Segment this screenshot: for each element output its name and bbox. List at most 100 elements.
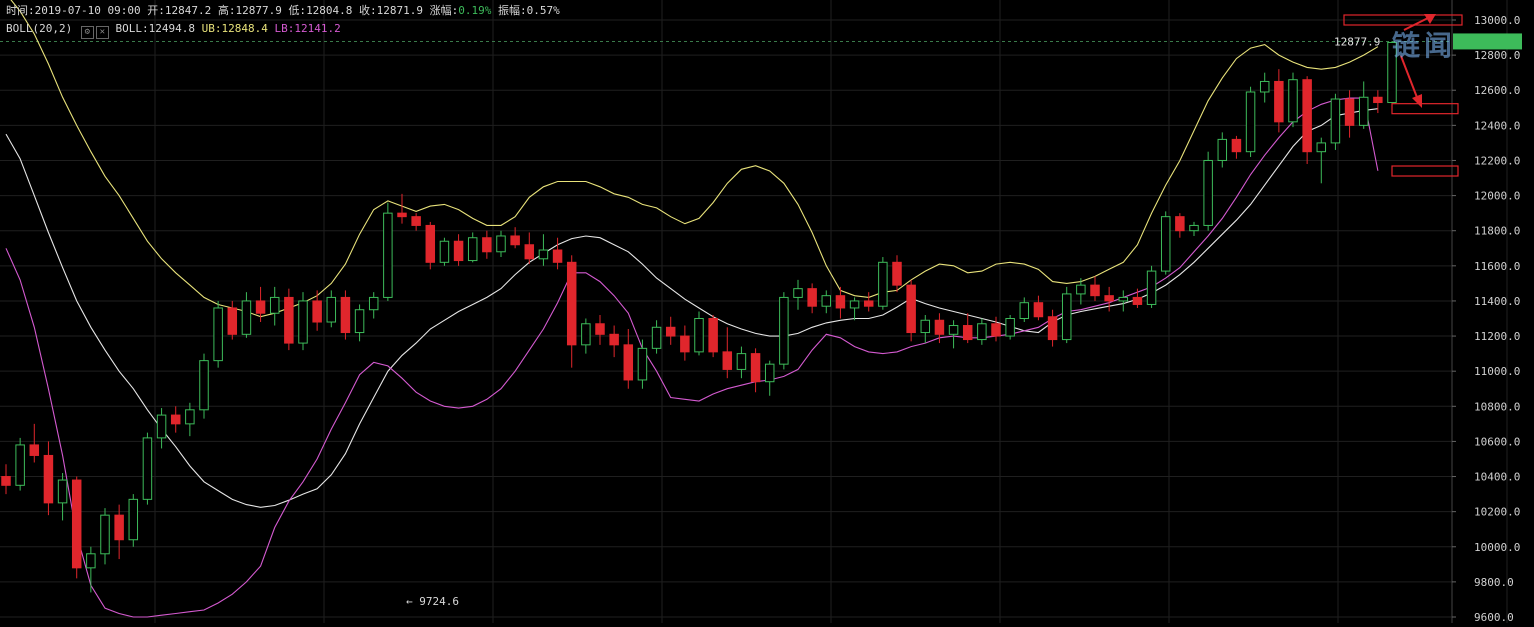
amplitude-label: 振幅: bbox=[498, 4, 527, 17]
candles bbox=[1, 41, 1397, 593]
candle-down bbox=[1090, 284, 1100, 297]
high-label: 高: bbox=[217, 4, 236, 17]
middle-band-line bbox=[5, 108, 1378, 508]
candle-up bbox=[849, 300, 860, 309]
candle-down bbox=[312, 300, 322, 323]
candle-down bbox=[1274, 80, 1284, 123]
candle-down bbox=[340, 296, 351, 334]
annotation-box bbox=[1391, 103, 1459, 115]
candle-down bbox=[1344, 98, 1355, 126]
candle-down bbox=[1302, 79, 1312, 153]
y-tick-label: 9600.0 bbox=[1474, 611, 1514, 623]
candle-up bbox=[637, 347, 648, 381]
candle-up bbox=[920, 319, 931, 334]
close-icon[interactable]: ✕ bbox=[95, 26, 109, 39]
candle-down bbox=[680, 335, 690, 353]
y-tick-label: 13000.0 bbox=[1474, 14, 1520, 27]
change-value: 0.19% bbox=[458, 4, 492, 17]
last-price-tag bbox=[1453, 33, 1522, 50]
candle-down bbox=[750, 353, 761, 383]
candle-up bbox=[1061, 293, 1072, 341]
candle-down bbox=[71, 479, 82, 569]
candle-down bbox=[1104, 295, 1114, 302]
change-label: 涨幅: bbox=[429, 4, 459, 17]
candle-up bbox=[651, 326, 662, 349]
lower-band-line bbox=[5, 97, 1379, 618]
candle-down bbox=[835, 295, 846, 309]
y-tick-label: 11400.0 bbox=[1474, 295, 1520, 308]
candle-up bbox=[467, 237, 478, 262]
candle-up bbox=[779, 296, 789, 365]
candle-down bbox=[892, 261, 902, 286]
y-tick-label: 10400.0 bbox=[1474, 471, 1520, 484]
candle-up bbox=[100, 514, 110, 555]
lb-label: LB: bbox=[274, 22, 295, 35]
close-label: 收: bbox=[359, 4, 377, 17]
candle-down bbox=[991, 323, 1001, 337]
candle-up bbox=[1330, 98, 1341, 144]
candle-up bbox=[1189, 224, 1199, 232]
candle-up bbox=[1146, 270, 1157, 305]
candle-down bbox=[1033, 302, 1044, 318]
low-label: 低: bbox=[288, 4, 307, 17]
candle-down bbox=[1231, 138, 1242, 153]
candle-up bbox=[142, 437, 153, 500]
candle-down bbox=[524, 244, 535, 260]
indicator-name[interactable]: BOLL(20,2) bbox=[6, 22, 72, 35]
candle-up bbox=[86, 553, 96, 569]
y-tick-label: 10200.0 bbox=[1474, 506, 1520, 519]
ohlc-readout: 时间:2019-07-10 09:00 开:12847.2 高:12877.9 … bbox=[6, 4, 560, 18]
candle-up bbox=[821, 295, 832, 307]
candle-down bbox=[609, 333, 619, 346]
candle-up bbox=[326, 296, 337, 323]
y-tick-label: 10600.0 bbox=[1474, 435, 1520, 448]
candle-down bbox=[566, 261, 577, 346]
y-tick-label: 12600.0 bbox=[1474, 84, 1520, 97]
candle-up bbox=[57, 479, 68, 504]
candle-down bbox=[1373, 96, 1383, 104]
candle-down bbox=[397, 212, 407, 218]
candle-up bbox=[878, 261, 888, 307]
candle-down bbox=[962, 325, 973, 341]
candle-up bbox=[213, 307, 223, 362]
candle-down bbox=[170, 414, 181, 425]
chart-area[interactable]: 13000.0 12800.0 12600.0 12400.0 12200.0 12000… bbox=[0, 0, 1534, 624]
y-tick-label: 12200.0 bbox=[1474, 154, 1520, 167]
candle-down bbox=[1175, 216, 1185, 232]
candle-up bbox=[1316, 142, 1327, 153]
candle-up bbox=[1118, 296, 1129, 302]
y-tick-label: 11800.0 bbox=[1474, 225, 1520, 238]
close-value: 12871.9 bbox=[376, 4, 424, 17]
candle-up bbox=[764, 363, 775, 383]
candle-up bbox=[128, 498, 139, 541]
candle-up bbox=[948, 325, 959, 335]
candle-up bbox=[439, 240, 450, 263]
candle-down bbox=[722, 351, 733, 370]
y-tick-label: 12000.0 bbox=[1474, 190, 1520, 203]
candle-up bbox=[241, 300, 252, 335]
candle-up bbox=[15, 444, 25, 486]
candle-down bbox=[29, 444, 40, 456]
settings-icon[interactable]: ⚙ bbox=[80, 26, 94, 39]
upper-band-line bbox=[10, 0, 1379, 318]
low-value: 12804.8 bbox=[306, 4, 353, 17]
candle-down bbox=[1, 476, 11, 486]
ub-label: UB: bbox=[201, 22, 222, 35]
candle-down bbox=[863, 300, 874, 307]
candle-up bbox=[694, 318, 704, 353]
ub-value: 12848.4 bbox=[221, 22, 268, 35]
y-tick-label: 11000.0 bbox=[1474, 365, 1520, 378]
candlestick-chart[interactable]: 13000.0 12800.0 12600.0 12400.0 12200.0 12000… bbox=[0, 0, 1534, 624]
candle-up bbox=[736, 353, 747, 370]
y-tick-label: 10800.0 bbox=[1474, 400, 1520, 413]
candle-down bbox=[453, 240, 464, 262]
min-price-marker: ← 9724.6 bbox=[406, 595, 459, 608]
open-label: 开: bbox=[147, 4, 165, 17]
open-value: 12847.2 bbox=[164, 4, 212, 17]
y-tick-label: 10000.0 bbox=[1474, 541, 1520, 554]
annotation-box bbox=[1391, 165, 1459, 177]
candle-up bbox=[1288, 79, 1298, 123]
candle-down bbox=[906, 284, 916, 334]
candle-down bbox=[1047, 316, 1058, 341]
candle-up bbox=[977, 323, 987, 341]
